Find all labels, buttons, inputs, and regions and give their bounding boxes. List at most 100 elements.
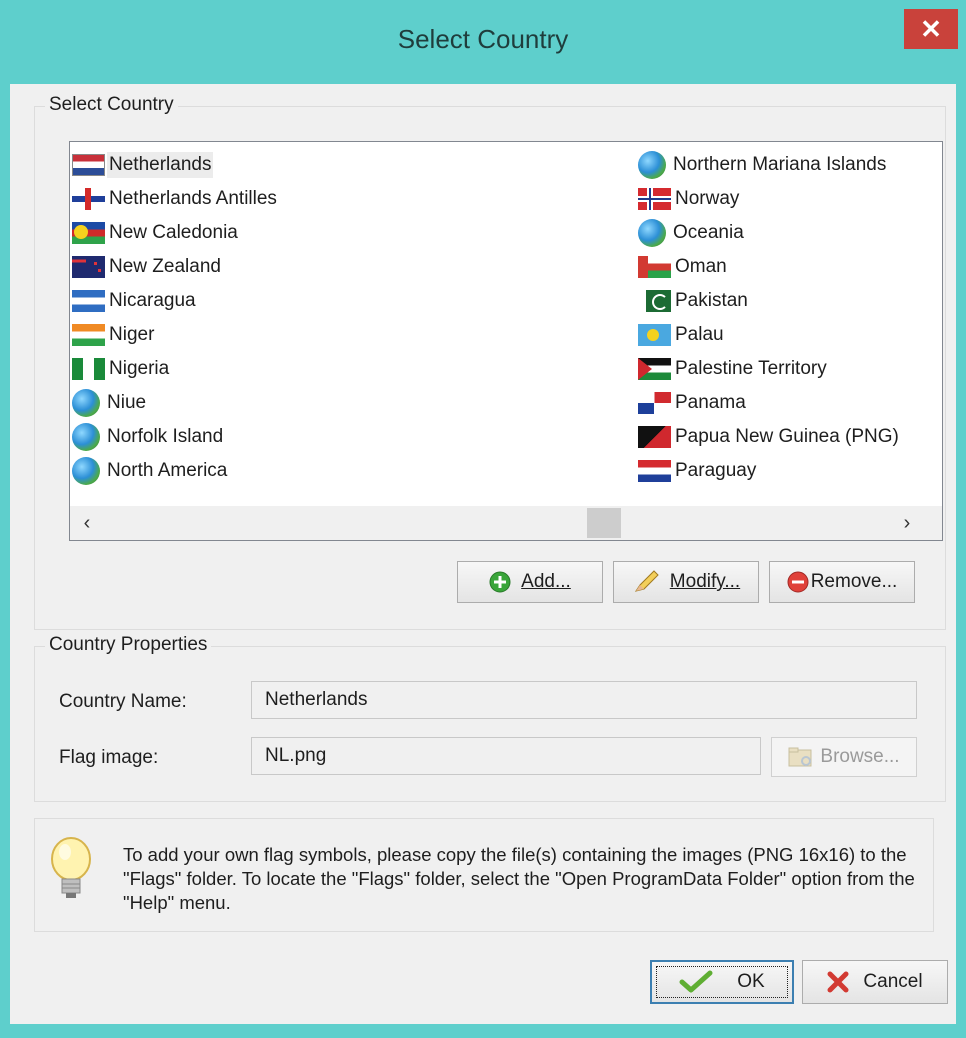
country-list-item[interactable]: New Caledonia	[72, 216, 279, 250]
ok-button[interactable]: OK	[650, 960, 794, 1004]
globe-icon	[72, 457, 100, 485]
country-list-item[interactable]: Pakistan	[638, 284, 901, 318]
country-list-item[interactable]: Nigeria	[72, 352, 279, 386]
country-list-item[interactable]: Nicaragua	[72, 284, 279, 318]
scroll-left-icon[interactable]: ‹	[70, 506, 104, 540]
add-icon	[489, 571, 511, 593]
flag-palestine-icon	[638, 358, 671, 380]
browse-button[interactable]: Browse...	[771, 737, 917, 777]
flag-image-label: Flag image:	[59, 747, 159, 768]
flag-new-caledonia-icon	[72, 222, 105, 244]
flag-paraguay-icon	[638, 460, 671, 482]
flag-nicaragua-icon	[72, 290, 105, 312]
country-label: Nicaragua	[109, 290, 196, 311]
dialog-window: Select Country ✕ Select Country Netherla…	[0, 0, 966, 1038]
flag-panama-icon	[638, 392, 671, 414]
country-list-item[interactable]: Oceania	[638, 216, 901, 250]
country-label: Oman	[675, 256, 727, 277]
remove-label: Remove...	[810, 571, 898, 592]
country-list-item[interactable]: Northern Mariana Islands	[638, 148, 901, 182]
pencil-icon	[632, 569, 660, 595]
country-label: Netherlands Antilles	[109, 188, 277, 209]
browse-label: Browse...	[820, 746, 900, 767]
country-list[interactable]: Netherlands Netherlands Antilles New Caled…	[69, 141, 943, 541]
folder-icon	[788, 746, 814, 768]
select-country-group: Select Country Netherlands Netherlands An…	[34, 94, 946, 630]
globe-icon	[72, 389, 100, 417]
country-list-item[interactable]: Palestine Territory	[638, 352, 901, 386]
modify-button[interactable]: Modify...	[613, 561, 759, 603]
country-list-item[interactable]: Oman	[638, 250, 901, 284]
remove-icon	[787, 571, 809, 593]
flag-norway-icon	[638, 188, 671, 210]
flag-netherlands-icon	[72, 154, 105, 176]
country-label: Palau	[675, 324, 724, 345]
country-list-right-column: Northern Mariana Islands Norway Oceania Oma…	[638, 148, 901, 488]
country-name-field[interactable]: Netherlands	[251, 681, 917, 719]
modify-label: Modify...	[669, 571, 741, 592]
cancel-button[interactable]: Cancel	[802, 960, 948, 1004]
x-icon	[827, 971, 849, 993]
country-list-item[interactable]: Norway	[638, 182, 901, 216]
country-list-item[interactable]: Niger	[72, 318, 279, 352]
country-name-label: Country Name:	[59, 691, 187, 712]
globe-icon	[72, 423, 100, 451]
dialog-body: Select Country Netherlands Netherlands An…	[10, 84, 956, 1024]
flag-oman-icon	[638, 256, 671, 278]
country-properties-group: Country Properties Country Name: Netherl…	[34, 634, 946, 802]
scroll-right-icon[interactable]: ›	[890, 506, 924, 540]
country-label: Niue	[107, 392, 147, 413]
add-label: Add...	[521, 571, 571, 592]
country-list-item[interactable]: Netherlands Antilles	[72, 182, 279, 216]
window-title: Select Country	[397, 24, 569, 54]
country-label: Northern Mariana Islands	[673, 154, 887, 175]
country-list-item[interactable]: Palau	[638, 318, 901, 352]
country-list-item[interactable]: Niue	[72, 386, 279, 420]
cancel-label: Cancel	[863, 971, 923, 992]
country-properties-caption: Country Properties	[45, 634, 212, 656]
country-label: North America	[107, 460, 228, 481]
focus-rect	[656, 966, 788, 998]
country-label: Niger	[109, 324, 155, 345]
flag-niger-icon	[72, 324, 105, 346]
country-list-item[interactable]: Norfolk Island	[72, 420, 279, 454]
lightbulb-icon	[49, 835, 93, 912]
country-label: Pakistan	[675, 290, 748, 311]
country-label: Oceania	[673, 222, 744, 243]
flag-papua-new-guinea-icon	[638, 426, 671, 448]
country-list-item[interactable]: Netherlands	[72, 148, 279, 182]
flag-pakistan-icon	[638, 290, 671, 312]
country-label: Panama	[675, 392, 746, 413]
scrollbar-thumb[interactable]	[587, 508, 621, 538]
country-list-item[interactable]: Papua New Guinea (PNG)	[638, 420, 901, 454]
flag-new-zealand-icon	[72, 256, 105, 278]
country-label: Paraguay	[675, 460, 757, 481]
tip-text: To add your own flag symbols, please cop…	[123, 844, 915, 913]
country-list-item[interactable]: Panama	[638, 386, 901, 420]
remove-button[interactable]: Remove...	[769, 561, 915, 603]
country-label: Palestine Territory	[675, 358, 827, 379]
country-list-item[interactable]: New Zealand	[72, 250, 279, 284]
country-label: Norway	[675, 188, 740, 209]
country-label: Norfolk Island	[107, 426, 224, 447]
tip-box: To add your own flag symbols, please cop…	[34, 818, 934, 932]
country-list-item[interactable]: North America	[72, 454, 279, 488]
country-list-left-column: Netherlands Netherlands Antilles New Caled…	[72, 148, 279, 488]
flag-palau-icon	[638, 324, 671, 346]
flag-netherlands-antilles-icon	[72, 188, 105, 210]
country-label: New Zealand	[109, 256, 221, 277]
country-label: Papua New Guinea (PNG)	[675, 426, 899, 447]
horizontal-scrollbar[interactable]: ‹ ›	[70, 506, 942, 540]
country-label: New Caledonia	[109, 222, 238, 243]
globe-icon	[638, 151, 666, 179]
country-label: Netherlands	[107, 152, 214, 178]
select-country-caption: Select Country	[45, 94, 178, 116]
title-bar[interactable]: Select Country ✕	[0, 0, 966, 84]
country-list-item[interactable]: Paraguay	[638, 454, 901, 488]
flag-image-field[interactable]: NL.png	[251, 737, 761, 775]
country-label: Nigeria	[109, 358, 170, 379]
flag-nigeria-icon	[72, 358, 105, 380]
close-button[interactable]: ✕	[904, 9, 958, 49]
add-button[interactable]: Add...	[457, 561, 603, 603]
globe-icon	[638, 219, 666, 247]
